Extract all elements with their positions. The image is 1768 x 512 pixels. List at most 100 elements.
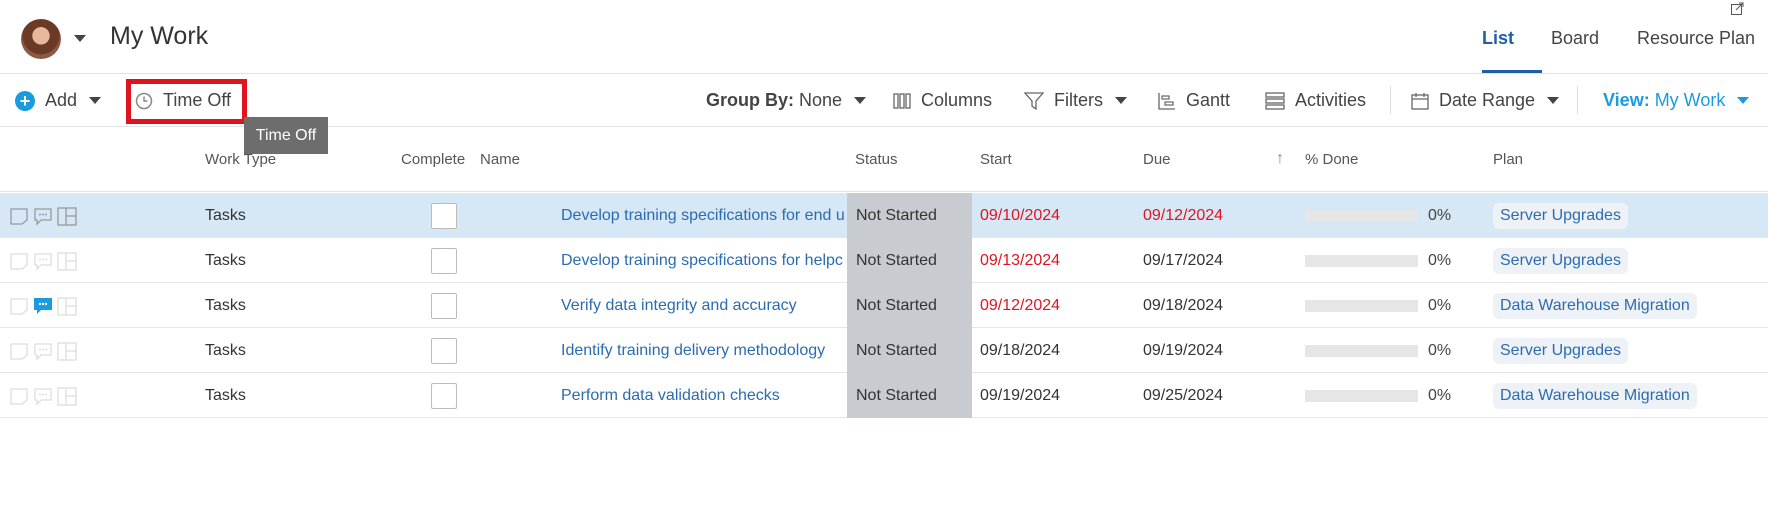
- date-range-dropdown[interactable]: Date Range: [1411, 74, 1560, 127]
- status-cell[interactable]: Not Started: [847, 193, 972, 238]
- add-button[interactable]: + Add: [15, 74, 102, 127]
- column-header-plan[interactable]: Plan: [1493, 127, 1523, 192]
- percent-done-value: 0%: [1428, 387, 1452, 404]
- board-icon[interactable]: [57, 206, 77, 226]
- plus-icon: +: [15, 90, 35, 111]
- board-icon[interactable]: [57, 386, 77, 406]
- tab-resource-plan[interactable]: Resource Plan: [1637, 28, 1755, 49]
- gantt-button[interactable]: Gantt: [1158, 74, 1230, 127]
- chevron-down-icon: [854, 97, 867, 104]
- activities-button[interactable]: Activities: [1265, 74, 1366, 127]
- note-icon[interactable]: [9, 207, 29, 226]
- progress-bar: [1305, 210, 1418, 222]
- status-cell[interactable]: Not Started: [847, 283, 972, 328]
- note-icon[interactable]: [9, 252, 29, 271]
- comment-icon[interactable]: [33, 387, 53, 406]
- start-date-cell: 09/12/2024: [980, 297, 1061, 314]
- work-type-cell: Tasks: [205, 252, 246, 269]
- board-icon[interactable]: [57, 341, 77, 361]
- column-header-name[interactable]: Name: [480, 127, 520, 192]
- chevron-down-icon[interactable]: [74, 35, 86, 42]
- user-avatar[interactable]: [21, 19, 61, 59]
- gantt-label: Gantt: [1186, 90, 1231, 110]
- filters-button[interactable]: Filters: [1024, 74, 1127, 127]
- column-header-due[interactable]: Due: [1143, 127, 1171, 192]
- activities-icon: [1265, 91, 1285, 110]
- progress-bar: [1305, 345, 1418, 357]
- task-name-link[interactable]: Verify data integrity and accuracy: [561, 283, 847, 328]
- plan-link[interactable]: Data Warehouse Migration: [1493, 293, 1697, 319]
- comment-icon[interactable]: [33, 342, 53, 361]
- activities-label: Activities: [1295, 90, 1367, 110]
- view-value: My Work: [1654, 90, 1726, 110]
- progress-bar: [1305, 390, 1418, 402]
- plan-link[interactable]: Data Warehouse Migration: [1493, 383, 1697, 409]
- start-date-cell: 09/18/2024: [980, 342, 1061, 359]
- table-row[interactable]: Tasks Verify data integrity and accuracy…: [0, 283, 1768, 328]
- comment-icon[interactable]: [33, 252, 53, 271]
- status-cell[interactable]: Not Started: [847, 238, 972, 283]
- add-label: Add: [45, 90, 78, 110]
- complete-checkbox[interactable]: [431, 383, 457, 409]
- gantt-icon: [1158, 92, 1175, 110]
- column-header-start[interactable]: Start: [980, 127, 1012, 192]
- columns-button[interactable]: Columns: [893, 74, 992, 127]
- complete-checkbox[interactable]: [431, 338, 457, 364]
- table-row[interactable]: Tasks Develop training specifications fo…: [0, 193, 1768, 238]
- work-type-cell: Tasks: [205, 207, 246, 224]
- active-tab-indicator: [1482, 70, 1542, 73]
- row-actions: [9, 206, 77, 226]
- note-icon[interactable]: [9, 387, 29, 406]
- table-row[interactable]: Tasks Develop training specifications fo…: [0, 238, 1768, 283]
- tab-list[interactable]: List: [1482, 28, 1514, 49]
- toolbar-divider: [1390, 86, 1391, 114]
- row-actions: [9, 341, 77, 361]
- chevron-down-icon: [1547, 97, 1560, 104]
- tab-board[interactable]: Board: [1551, 28, 1599, 49]
- row-actions: [9, 386, 77, 406]
- group-by-dropdown[interactable]: Group By: None: [706, 74, 867, 127]
- task-name-link[interactable]: Identify training delivery methodology: [561, 328, 847, 373]
- comment-icon[interactable]: [33, 207, 53, 226]
- board-icon[interactable]: [57, 296, 77, 316]
- column-header-status[interactable]: Status: [855, 127, 898, 192]
- plan-link[interactable]: Server Upgrades: [1493, 248, 1628, 274]
- view-label: View:: [1603, 90, 1650, 110]
- complete-checkbox[interactable]: [431, 293, 457, 319]
- view-dropdown[interactable]: View: My Work: [1603, 74, 1750, 127]
- column-header-complete[interactable]: Complete: [401, 127, 465, 192]
- chevron-down-icon: [1115, 97, 1127, 104]
- percent-done-value: 0%: [1428, 297, 1452, 314]
- table-row[interactable]: Tasks Identify training delivery methodo…: [0, 328, 1768, 373]
- columns-label: Columns: [921, 90, 993, 110]
- columns-icon: [893, 92, 911, 109]
- comment-icon[interactable]: [33, 297, 53, 316]
- sort-ascending-icon[interactable]: ↑: [1276, 127, 1284, 192]
- expand-icon[interactable]: [1731, 2, 1744, 15]
- plan-link[interactable]: Server Upgrades: [1493, 203, 1628, 229]
- percent-done-value: 0%: [1428, 342, 1452, 359]
- group-by-label: Group By:: [706, 90, 794, 110]
- task-name-link[interactable]: Develop training specifications for help…: [561, 238, 847, 283]
- complete-checkbox[interactable]: [431, 248, 457, 274]
- task-name-link[interactable]: Develop training specifications for end …: [561, 193, 847, 238]
- date-range-label: Date Range: [1439, 90, 1536, 110]
- complete-checkbox[interactable]: [431, 203, 457, 229]
- board-icon[interactable]: [57, 251, 77, 271]
- table-row[interactable]: Tasks Perform data validation checks Not…: [0, 373, 1768, 418]
- due-date-cell: 09/17/2024: [1143, 252, 1224, 269]
- work-type-cell: Tasks: [205, 342, 246, 359]
- percent-done-value: 0%: [1428, 252, 1452, 269]
- note-icon[interactable]: [9, 342, 29, 361]
- plan-link[interactable]: Server Upgrades: [1493, 338, 1628, 364]
- note-icon[interactable]: [9, 297, 29, 316]
- column-header-percent-done[interactable]: % Done: [1305, 127, 1358, 192]
- progress-bar: [1305, 300, 1418, 312]
- status-cell[interactable]: Not Started: [847, 328, 972, 373]
- filters-label: Filters: [1054, 90, 1103, 110]
- status-cell[interactable]: Not Started: [847, 373, 972, 418]
- chevron-down-icon: [89, 97, 102, 104]
- row-actions: [9, 251, 77, 271]
- task-name-link[interactable]: Perform data validation checks: [561, 373, 847, 418]
- filter-icon: [1024, 91, 1044, 110]
